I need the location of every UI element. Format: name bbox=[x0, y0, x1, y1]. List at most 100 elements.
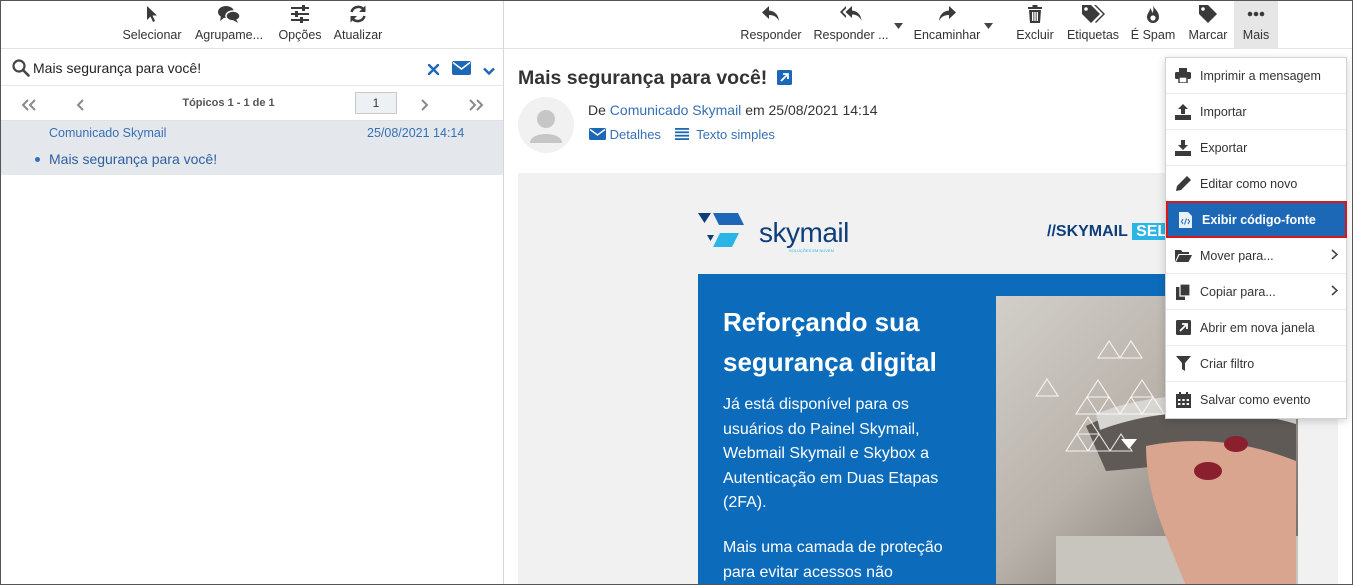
download-icon bbox=[1166, 139, 1200, 156]
banner-p1-line: usuários do Painel Skymail, bbox=[723, 420, 920, 438]
plain-text-toggle[interactable]: Texto simples bbox=[674, 127, 775, 142]
select-label: Selecionar bbox=[122, 28, 182, 42]
list-item-subject: Mais segurança para você! bbox=[49, 151, 218, 167]
forward-dropdown-icon[interactable] bbox=[984, 16, 993, 34]
banner-p1-line: Autenticação em Duas Etapas bbox=[723, 469, 939, 487]
banner-heading: Reforçando sua segurança digital bbox=[723, 302, 937, 382]
chevron-down-icon[interactable] bbox=[483, 63, 495, 81]
spam-button[interactable]: É Spam bbox=[1130, 1, 1176, 49]
menu-item-label: Copiar para... bbox=[1200, 284, 1276, 299]
spam-label: É Spam bbox=[1130, 28, 1176, 42]
message-subject-text: Mais segurança para você! bbox=[518, 67, 768, 89]
tags-button[interactable]: Etiquetas bbox=[1064, 1, 1122, 49]
tags-label: Etiquetas bbox=[1066, 28, 1120, 42]
more-label: Mais bbox=[1242, 28, 1270, 42]
cursor-icon bbox=[145, 3, 159, 25]
next-page-icon[interactable] bbox=[420, 98, 429, 116]
list-toolbar: Selecionar Agrupame... Opções Atualizar bbox=[1, 1, 503, 49]
envelope-scope-icon[interactable] bbox=[452, 61, 471, 80]
menu-item-label: Criar filtro bbox=[1200, 356, 1255, 371]
menu-item-label: Mover para... bbox=[1200, 248, 1274, 263]
message-list-pane: Selecionar Agrupame... Opções Atualizar bbox=[1, 1, 504, 584]
sliders-icon bbox=[290, 3, 310, 25]
open-external-icon[interactable] bbox=[776, 68, 792, 91]
menu-item-edit-as-new[interactable]: Editar como novo bbox=[1166, 166, 1346, 202]
menu-item-label: Editar como novo bbox=[1200, 176, 1298, 191]
filter-icon bbox=[1166, 356, 1200, 371]
more-button[interactable]: Mais bbox=[1234, 1, 1278, 49]
page-number-input[interactable]: 1 bbox=[355, 92, 397, 114]
banner-p1-line: Já está disponível para os bbox=[723, 396, 909, 413]
forward-icon bbox=[937, 3, 957, 25]
menu-item-copy-to[interactable]: Copiar para... bbox=[1166, 274, 1346, 310]
search-input[interactable] bbox=[33, 58, 413, 78]
delete-button[interactable]: Excluir bbox=[1014, 1, 1056, 49]
menu-item-save-as-event[interactable]: Salvar como evento bbox=[1166, 382, 1346, 418]
tags-icon bbox=[1081, 3, 1105, 25]
menu-item-open-new-window[interactable]: Abrir em nova janela bbox=[1166, 310, 1346, 346]
details-toggle[interactable]: Detalhes bbox=[589, 127, 665, 142]
mark-button[interactable]: Marcar bbox=[1186, 1, 1230, 49]
ellipsis-icon bbox=[1247, 3, 1265, 25]
menu-item-label: Exportar bbox=[1200, 140, 1248, 155]
printer-icon bbox=[1166, 68, 1200, 83]
banner-heading-line2: segurança digital bbox=[723, 347, 937, 377]
newsletter-header-tag: //SKYMAIL SEL bbox=[1047, 223, 1172, 241]
banner-p1-line: Webmail Skymail e Skybox a bbox=[723, 445, 929, 462]
more-actions-menu: Imprimir a mensagem Importar Exportar Ed… bbox=[1165, 57, 1347, 419]
select-button[interactable]: Selecionar bbox=[122, 1, 182, 49]
menu-item-label: Exibir código-fonte bbox=[1202, 212, 1316, 227]
message-view-options: Detalhes Texto simples bbox=[589, 127, 775, 142]
menu-item-export[interactable]: Exportar bbox=[1166, 130, 1346, 166]
sender-link[interactable]: Comunicado Skymail bbox=[610, 102, 742, 118]
folder-open-icon bbox=[1166, 249, 1200, 262]
skymail-logo-text: skymail bbox=[759, 217, 849, 248]
skymail-tagline: SOLUÇÕES EM NUVEM bbox=[789, 248, 834, 253]
menu-item-move-to[interactable]: Mover para... bbox=[1166, 238, 1346, 274]
reply-label: Responder bbox=[740, 28, 802, 42]
options-button[interactable]: Opções bbox=[277, 1, 323, 49]
external-window-icon bbox=[1166, 320, 1200, 335]
reply-all-label: Responder ... bbox=[813, 28, 889, 42]
forward-label: Encaminhar bbox=[913, 28, 981, 42]
code-file-icon bbox=[1168, 211, 1202, 228]
message-toolbar: Responder Responder ... Encaminhar Exclu… bbox=[504, 1, 1352, 49]
last-page-icon[interactable] bbox=[468, 98, 484, 116]
search-bar bbox=[1, 50, 503, 86]
reply-all-icon bbox=[839, 3, 863, 25]
menu-item-create-filter[interactable]: Criar filtro bbox=[1166, 346, 1346, 382]
chevron-right-icon bbox=[1331, 249, 1339, 263]
reply-button[interactable]: Responder bbox=[740, 1, 802, 49]
fire-icon bbox=[1145, 3, 1161, 25]
skymail-logo bbox=[698, 211, 752, 256]
trash-icon bbox=[1027, 3, 1043, 25]
sender-line: De Comunicado Skymail em 25/08/2021 14:1… bbox=[588, 102, 878, 118]
plain-text-link[interactable]: Texto simples bbox=[696, 127, 775, 142]
unread-dot-icon bbox=[35, 157, 40, 162]
delete-label: Excluir bbox=[1016, 28, 1054, 42]
group-button[interactable]: Agrupame... bbox=[194, 1, 264, 49]
header-tag-text: //SKYMAIL bbox=[1047, 223, 1128, 240]
previous-page-icon[interactable] bbox=[76, 98, 85, 116]
clear-search-icon[interactable] bbox=[427, 62, 440, 80]
banner-p1-line: (2FA). bbox=[723, 494, 767, 511]
list-item[interactable]: Comunicado Skymail 25/08/2021 14:14 Mais… bbox=[1, 121, 503, 175]
chevron-right-icon bbox=[1331, 285, 1339, 299]
refresh-button[interactable]: Atualizar bbox=[331, 1, 385, 49]
menu-item-label: Importar bbox=[1200, 104, 1247, 119]
menu-item-view-source[interactable]: Exibir código-fonte bbox=[1166, 201, 1347, 238]
reply-all-button[interactable]: Responder ... bbox=[811, 1, 891, 49]
reply-all-dropdown-icon[interactable] bbox=[894, 16, 903, 34]
banner-heading-line1: Reforçando sua bbox=[723, 307, 920, 337]
menu-item-label: Abrir em nova janela bbox=[1200, 320, 1315, 335]
menu-item-print[interactable]: Imprimir a mensagem bbox=[1166, 58, 1346, 94]
pagination-info: Tópicos 1 - 1 de 1 bbox=[182, 97, 275, 109]
avatar bbox=[518, 97, 574, 153]
details-link[interactable]: Detalhes bbox=[610, 127, 661, 142]
menu-item-import[interactable]: Importar bbox=[1166, 94, 1346, 130]
list-item-sender: Comunicado Skymail bbox=[49, 126, 167, 140]
first-page-icon[interactable] bbox=[21, 98, 37, 116]
search-icon bbox=[12, 59, 30, 82]
forward-button[interactable]: Encaminhar bbox=[912, 1, 982, 49]
mail-client-window: Selecionar Agrupame... Opções Atualizar bbox=[0, 0, 1353, 585]
